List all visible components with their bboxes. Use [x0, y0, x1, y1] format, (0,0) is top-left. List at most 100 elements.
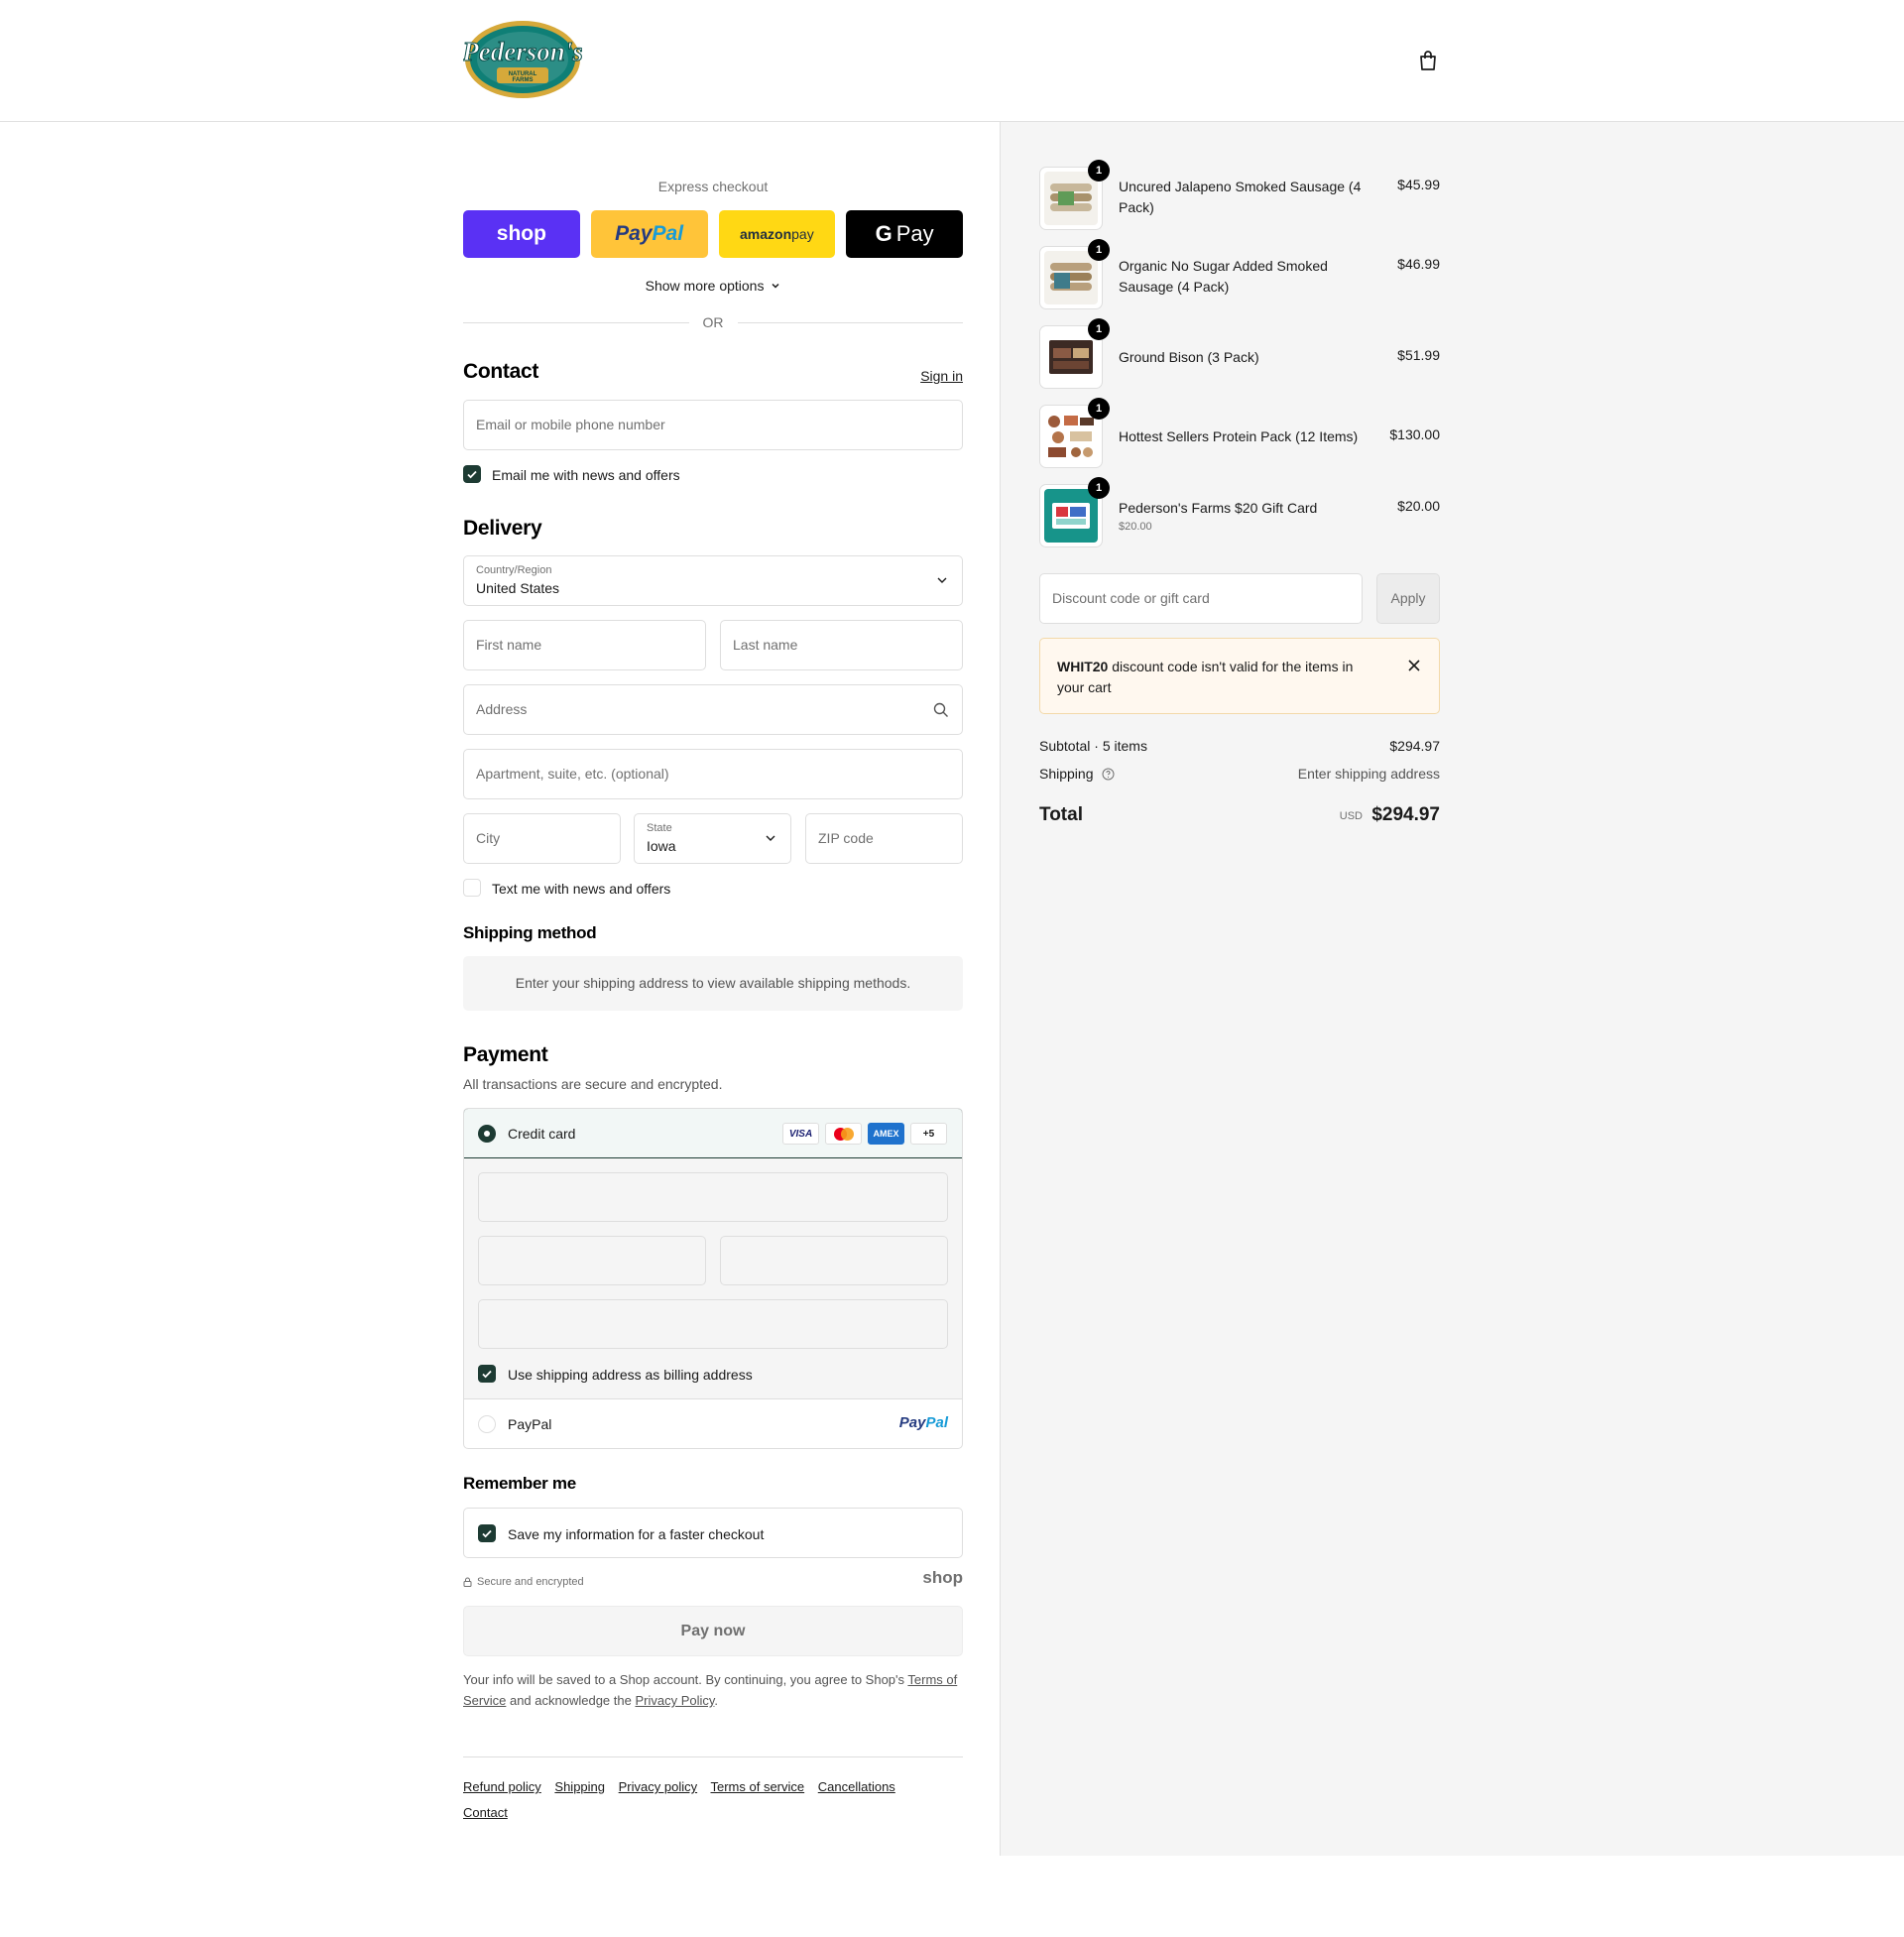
amazon-pay-button[interactable]: amazon pay [718, 210, 836, 258]
first-name-placeholder: First name [476, 637, 542, 653]
item-price: $51.99 [1397, 347, 1440, 363]
country-label: Country/Region [476, 564, 552, 576]
visa-icon: VISA [782, 1123, 819, 1145]
lock-icon [463, 1577, 472, 1587]
product-thumbnail: 1 [1039, 239, 1110, 309]
contact-link[interactable]: Contact [463, 1805, 508, 1820]
credit-card-form: Use shipping address as billing address [464, 1158, 962, 1399]
google-pay-label: Pay [895, 221, 934, 246]
credit-card-option[interactable]: Credit card VISA AMEX +5 [464, 1109, 962, 1158]
email-news-label: Email me with news and offers [492, 467, 680, 483]
express-checkout-buttons: shop Pay Pal amazon pay G Pay [463, 210, 963, 258]
item-variant: $20.00 [1119, 521, 1152, 533]
help-circle-icon[interactable] [1102, 768, 1115, 781]
state-select[interactable]: State Iowa [634, 813, 791, 864]
item-name: Uncured Jalapeno Smoked Sausage (4 Pack) [1119, 179, 1362, 215]
remember-me-box: Save my information for a faster checkou… [463, 1508, 963, 1558]
city-placeholder: City [476, 830, 501, 846]
shipping-policy-link[interactable]: Shipping [554, 1779, 605, 1794]
credit-card-radio[interactable] [478, 1125, 496, 1143]
card-number-field[interactable] [478, 1172, 948, 1222]
shop-pay-label: shop [496, 222, 546, 245]
zip-placeholder: ZIP code [818, 830, 874, 846]
cancellations-link[interactable]: Cancellations [818, 1779, 895, 1794]
product-thumbnail: 1 [1039, 477, 1110, 547]
header: Pederson's NATURAL FARMS [0, 0, 1904, 122]
item-price: $46.99 [1397, 256, 1440, 272]
product-thumbnail: 1 [1039, 160, 1110, 230]
refund-policy-link[interactable]: Refund policy [463, 1779, 541, 1794]
item-price: $130.00 [1389, 426, 1440, 442]
consent-text-1: Your info will be saved to a Shop accoun… [463, 1672, 908, 1687]
paypal-label: PayPal [508, 1416, 552, 1432]
item-name: Hottest Sellers Protein Pack (12 Items) [1119, 428, 1359, 444]
google-pay-button[interactable]: G Pay [846, 210, 963, 258]
item-price: $20.00 [1397, 498, 1440, 514]
footer-divider [463, 1756, 963, 1757]
address-field[interactable]: Address [463, 684, 963, 735]
sign-in-link[interactable]: Sign in [920, 368, 963, 384]
total-currency: USD [1339, 810, 1363, 822]
billing-same-checkbox[interactable] [478, 1365, 496, 1383]
consent-text-3: . [714, 1693, 719, 1708]
email-news-checkbox[interactable] [463, 465, 481, 483]
subtotal-value: $294.97 [1389, 738, 1440, 754]
line-item: 1 Organic No Sugar Added Smoked Sausage … [1039, 239, 1440, 311]
close-icon[interactable] [1407, 659, 1421, 672]
expiration-date-field[interactable] [478, 1236, 706, 1285]
shipping-method-heading: Shipping method [463, 923, 597, 942]
quantity-badge: 1 [1088, 477, 1110, 499]
discount-code-field[interactable]: Discount code or gift card [1039, 573, 1363, 624]
city-field[interactable]: City [463, 813, 621, 864]
total-label: Total [1039, 804, 1083, 825]
item-name: Pederson's Farms $20 Gift Card [1119, 500, 1318, 516]
zip-field[interactable]: ZIP code [805, 813, 963, 864]
email-field[interactable]: Email or mobile phone number [463, 400, 963, 450]
quantity-badge: 1 [1088, 160, 1110, 182]
first-name-field[interactable]: First name [463, 620, 706, 670]
security-code-field[interactable] [720, 1236, 948, 1285]
pedersons-logo[interactable]: Pederson's NATURAL FARMS [461, 19, 583, 100]
quantity-badge: 1 [1088, 398, 1110, 420]
contact-heading: Contact [463, 360, 539, 383]
pay-now-button[interactable]: Pay now [463, 1606, 963, 1656]
paypal-label-pay: Pay [615, 222, 653, 245]
shipping-value: Enter shipping address [1297, 766, 1440, 782]
line-item: 1 Ground Bison (3 Pack) $51.99 [1039, 318, 1440, 391]
country-select[interactable]: Country/Region United States [463, 555, 963, 606]
billing-same-label: Use shipping address as billing address [508, 1367, 753, 1383]
paypal-radio[interactable] [478, 1415, 496, 1433]
save-info-checkbox[interactable] [478, 1524, 496, 1542]
shop-consent-text: Your info will be saved to a Shop accoun… [463, 1669, 963, 1711]
save-info-label: Save my information for a faster checkou… [508, 1526, 765, 1542]
name-on-card-field[interactable] [478, 1299, 948, 1349]
item-name: Ground Bison (3 Pack) [1119, 349, 1259, 365]
text-news-checkbox[interactable] [463, 879, 481, 897]
apartment-placeholder: Apartment, suite, etc. (optional) [476, 766, 669, 782]
shipping-label-text: Shipping [1039, 766, 1094, 782]
quantity-badge: 1 [1088, 239, 1110, 261]
address-placeholder: Address [476, 701, 528, 717]
privacy-policy-link[interactable]: Privacy Policy [635, 1693, 714, 1708]
footer-terms-of-service-link[interactable]: Terms of service [711, 1779, 805, 1794]
svg-text:Pederson's: Pederson's [463, 37, 582, 66]
search-icon [933, 702, 948, 717]
shopping-bag-icon[interactable] [1416, 49, 1440, 72]
email-placeholder: Email or mobile phone number [476, 417, 665, 432]
amex-icon: AMEX [868, 1123, 904, 1145]
apply-discount-button[interactable]: Apply [1376, 573, 1440, 624]
footer-privacy-policy-link[interactable]: Privacy policy [619, 1779, 697, 1794]
last-name-field[interactable]: Last name [720, 620, 963, 670]
paypal-option[interactable]: PayPal PayPal [464, 1400, 962, 1448]
apartment-field[interactable]: Apartment, suite, etc. (optional) [463, 749, 963, 799]
shop-pay-button[interactable]: shop [463, 210, 580, 258]
google-g-icon: G [875, 221, 892, 246]
secure-encrypted-label: Secure and encrypted [477, 1576, 584, 1588]
show-more-options-link[interactable]: Show more options [463, 278, 963, 294]
or-divider: OR [463, 314, 963, 330]
paypal-logo-pay: Pay [898, 1414, 926, 1431]
delivery-heading: Delivery [463, 517, 542, 540]
paypal-express-button[interactable]: Pay Pal [590, 210, 708, 258]
payment-heading: Payment [463, 1043, 548, 1066]
secure-encrypted-note: Secure and encrypted [463, 1576, 584, 1588]
